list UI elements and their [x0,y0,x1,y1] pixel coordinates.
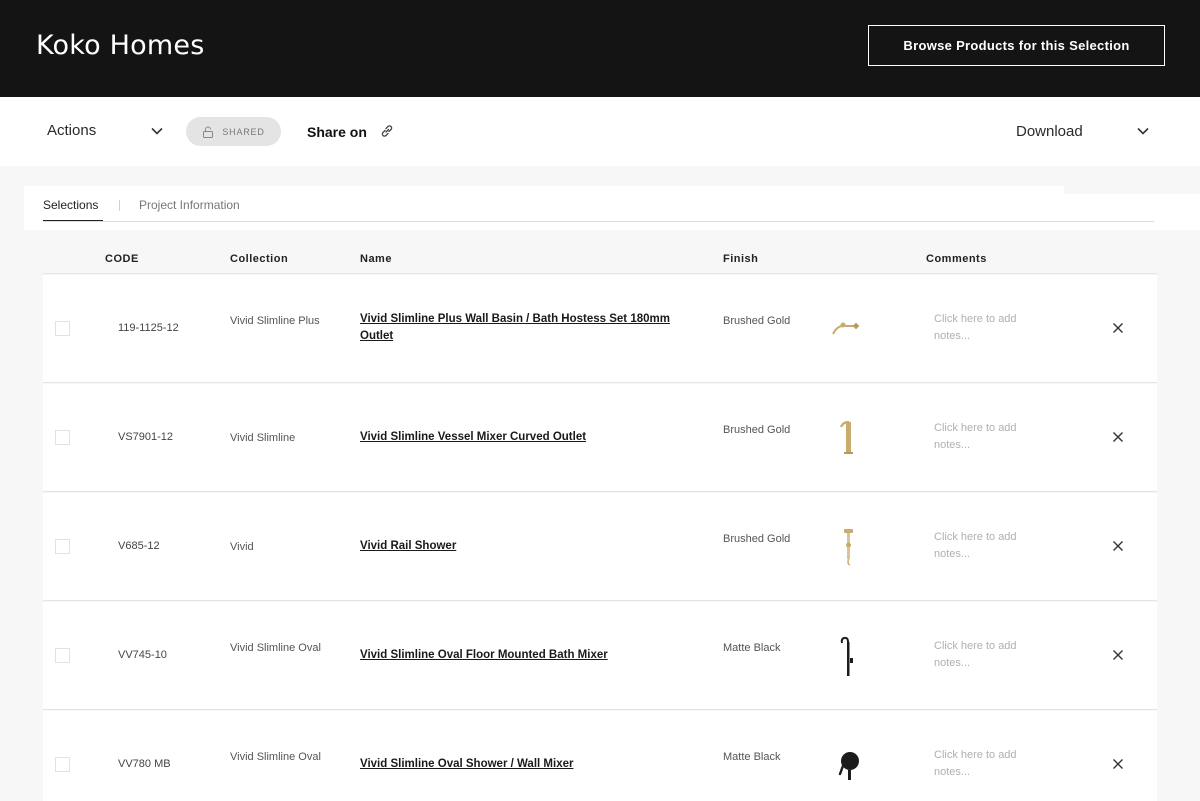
row-select-checkbox[interactable] [55,757,70,772]
close-icon[interactable] [1112,322,1124,334]
product-finish: Brushed Gold [723,315,791,327]
header-divider [43,273,1157,274]
wall-mixer-black-icon [838,752,859,780]
row-select-checkbox[interactable] [55,430,70,445]
shared-badge[interactable]: SHARED [186,117,281,146]
close-icon[interactable] [1112,540,1124,552]
browse-products-button[interactable]: Browse Products for this Selection [868,25,1165,66]
product-finish: Brushed Gold [723,533,791,545]
product-code: VV780 MB [118,758,171,770]
tabs-background-right [1063,194,1200,230]
chevron-down-icon[interactable] [1136,124,1150,138]
column-header-name: Name [360,253,392,265]
product-collection: Vivid Slimline Oval [230,751,321,763]
comments-notes-input[interactable]: Click here to add notes... [934,638,1044,672]
product-name-link[interactable]: Vivid Slimline Vessel Mixer Curved Outle… [360,429,690,446]
action-toolbar: Actions SHARED Share on Download [0,97,1200,166]
tab-project-information[interactable]: Project Information [139,198,240,212]
product-finish: Matte Black [723,642,781,654]
product-name-link[interactable]: Vivid Slimline Plus Wall Basin / Bath Ho… [360,311,690,345]
rail-shower-gold-icon [844,529,853,566]
row-select-checkbox[interactable] [55,321,70,336]
product-name-link[interactable]: Vivid Slimline Oval Shower / Wall Mixer [360,756,690,773]
product-collection: Vivid Slimline Oval [230,642,321,654]
top-header: Koko Homes Browse Products for this Sele… [0,0,1200,97]
actions-dropdown-label[interactable]: Actions [47,122,96,139]
comments-notes-input[interactable]: Click here to add notes... [934,311,1044,345]
link-icon[interactable] [379,123,395,139]
column-header-collection: Collection [230,253,289,265]
column-header-code: CODE [105,253,139,265]
table-row: V685-12 Vivid Vivid Rail Shower Brushed … [43,493,1157,601]
close-icon[interactable] [1112,431,1124,443]
close-icon[interactable] [1112,758,1124,770]
brand-logo[interactable]: Koko Homes [36,30,204,61]
share-on-label[interactable]: Share on [307,124,367,140]
product-name-link[interactable]: Vivid Rail Shower [360,538,690,555]
wall-basin-set-gold-icon [832,322,859,335]
table-row: VS7901-12 Vivid Slimline Vivid Slimline … [43,384,1157,492]
product-finish: Matte Black [723,751,781,763]
vessel-mixer-gold-icon [839,420,853,454]
product-collection: Vivid Slimline [230,432,296,444]
table-row: VV745-10 Vivid Slimline Oval Vivid Sliml… [43,602,1157,710]
shared-label: SHARED [222,126,265,137]
column-header-comments: Comments [926,253,987,265]
download-dropdown-label[interactable]: Download [1016,123,1083,140]
product-code: 119-1125-12 [118,322,179,334]
tab-divider [119,200,120,211]
product-collection: Vivid Slimline Plus [230,315,320,327]
comments-notes-input[interactable]: Click here to add notes... [934,529,1044,563]
product-collection: Vivid [230,541,254,553]
product-finish: Brushed Gold [723,424,791,436]
product-name-link[interactable]: Vivid Slimline Oval Floor Mounted Bath M… [360,647,690,664]
row-select-checkbox[interactable] [55,539,70,554]
row-select-checkbox[interactable] [55,648,70,663]
comments-notes-input[interactable]: Click here to add notes... [934,747,1044,781]
tabs-divider-line [43,221,1154,222]
tab-selections[interactable]: Selections [43,198,98,212]
product-code: VS7901-12 [118,431,174,443]
column-header-finish: Finish [723,253,759,265]
product-code: V685-12 [118,540,160,552]
table-row: 119-1125-12 Vivid Slimline Plus Vivid Sl… [43,275,1157,383]
table-row: VV780 MB Vivid Slimline Oval Vivid Sliml… [43,711,1157,801]
chevron-down-icon[interactable] [150,124,164,138]
lock-icon [203,126,214,138]
product-code: VV745-10 [118,649,167,661]
comments-notes-input[interactable]: Click here to add notes... [934,420,1044,454]
floor-bath-mixer-black-icon [840,636,853,676]
close-icon[interactable] [1112,649,1124,661]
